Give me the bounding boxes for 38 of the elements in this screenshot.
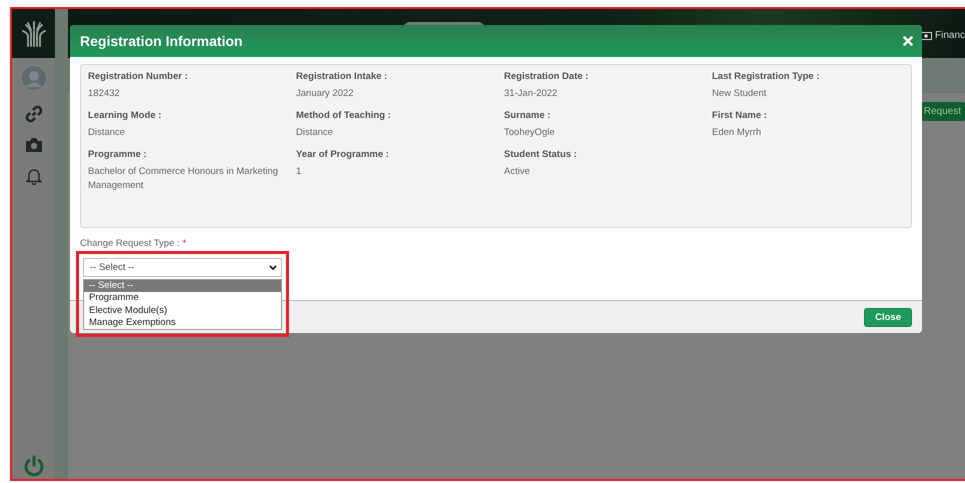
field-label: Programme : — [88, 149, 148, 160]
link-icon[interactable] — [24, 105, 42, 123]
field-value: Distance — [88, 126, 126, 140]
field-label: Registration Intake : — [296, 71, 388, 82]
field-label: Learning Mode : — [88, 110, 162, 121]
field-label: Registration Date : — [504, 71, 590, 82]
field-label: Registration Number : — [88, 71, 189, 82]
select-field[interactable]: -- Select -- — [83, 258, 282, 277]
field-label: Year of Programme : — [296, 149, 390, 160]
field-label: Method of Teaching : — [296, 110, 392, 121]
field-value: January 2022 — [296, 87, 355, 101]
field-value: 182432 — [88, 87, 121, 101]
field-value: TooheyOgle — [504, 126, 556, 140]
field-value: Active — [504, 165, 531, 179]
field-value: Eden Myrrh — [712, 126, 762, 140]
dropdown-option[interactable]: Elective Module(s) — [84, 304, 281, 317]
camera-icon[interactable] — [24, 137, 42, 153]
field-label: First Name : — [712, 110, 768, 121]
field-label: Surname : — [504, 110, 552, 121]
field-value: Bachelor of Commerce Honours in Marketing Management — [88, 165, 280, 193]
bell-icon[interactable] — [26, 167, 42, 185]
close-button[interactable]: Close — [864, 308, 912, 326]
field-label: Student Status : — [504, 149, 578, 160]
field-value: New Student — [712, 87, 768, 101]
close-icon[interactable] — [903, 36, 913, 46]
required-mark: * — [182, 238, 186, 249]
tree-logo-icon — [22, 20, 46, 46]
field-value: 31-Jan-2022 — [504, 87, 558, 101]
field-value: 1 — [296, 165, 302, 179]
dialog-title: Registration Information — [80, 33, 243, 49]
dropdown-option[interactable]: -- Select -- — [84, 280, 281, 292]
field-value: Distance — [296, 126, 334, 140]
dropdown-option[interactable]: Programme — [84, 292, 281, 305]
request-button[interactable]: Request — [922, 102, 965, 121]
field-label: Last Registration Type : — [712, 71, 821, 82]
field-label: Change Request Type : — [80, 238, 180, 249]
chevron-down-icon — [269, 264, 277, 270]
dropdown-option[interactable]: Manage Exemptions — [84, 316, 281, 330]
